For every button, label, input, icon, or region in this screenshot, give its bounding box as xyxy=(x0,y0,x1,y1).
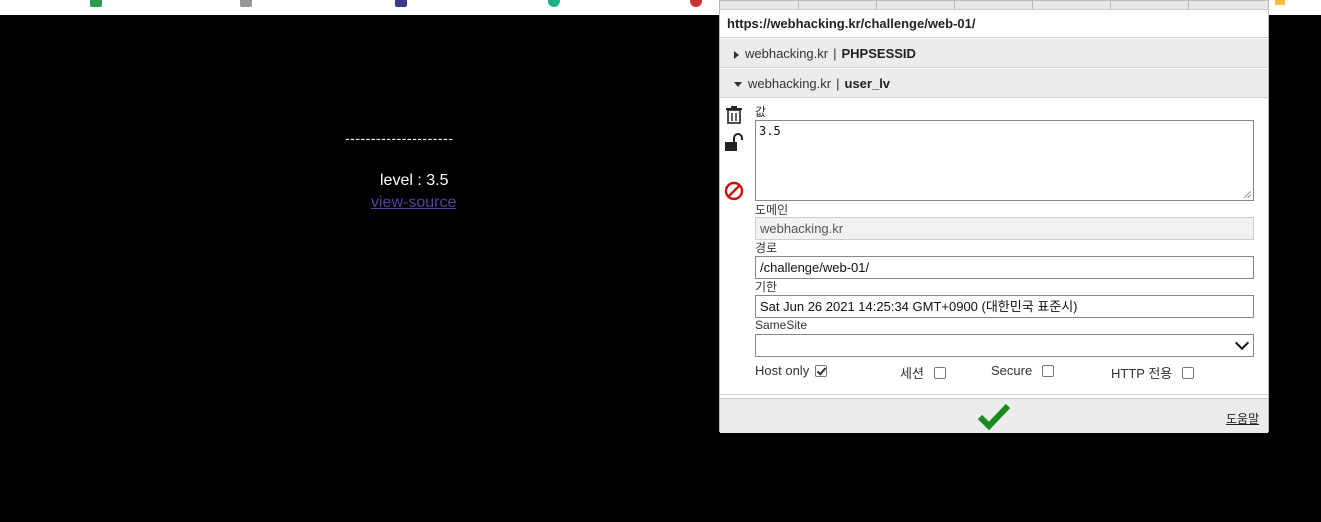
expires-field[interactable]: Sat Jun 26 2021 14:25:34 GMT+0900 (대한민국 … xyxy=(755,295,1254,318)
help-link[interactable]: 도움말 xyxy=(1226,410,1259,427)
extension-icon xyxy=(690,0,702,7)
cookie-editor-popup: https://webhacking.kr/challenge/web-01/ … xyxy=(719,0,1269,433)
cookie-row-phpsessid[interactable]: webhacking.kr | PHPSESSID xyxy=(720,39,1268,68)
save-check-icon[interactable] xyxy=(977,403,1011,431)
bookmark-favicon-icon xyxy=(240,0,252,7)
secure-checkbox[interactable] xyxy=(1042,364,1055,377)
toolbar-separator xyxy=(798,1,799,9)
cookie-separator: | xyxy=(833,46,837,61)
folder-icon xyxy=(1275,0,1285,5)
bookmark-favicon-icon xyxy=(548,0,560,7)
block-icon[interactable] xyxy=(724,181,746,203)
http-only-checkbox[interactable] xyxy=(1182,366,1195,379)
view-source-link[interactable]: view-source xyxy=(371,194,456,212)
bookmark-item[interactable] xyxy=(548,0,560,8)
cookie-domain: webhacking.kr xyxy=(748,76,832,91)
expand-arrow-icon xyxy=(734,50,739,59)
secure-flag[interactable]: Secure xyxy=(991,363,1055,378)
samesite-label: SameSite xyxy=(755,318,808,332)
bookmark-item[interactable] xyxy=(690,0,702,8)
level-text: level : 3.5 xyxy=(380,172,449,189)
collapse-arrow-icon xyxy=(734,82,742,88)
toolbar-separator xyxy=(954,1,955,9)
cookie-domain: webhacking.kr xyxy=(745,46,829,61)
bookmark-item[interactable] xyxy=(395,0,407,8)
delete-icon[interactable] xyxy=(724,105,746,127)
toolbar-separator xyxy=(1110,1,1111,9)
chevron-down-icon xyxy=(1234,335,1250,351)
cookie-separator: | xyxy=(836,76,840,91)
domain-field: webhacking.kr xyxy=(755,217,1254,240)
bookmarks-bar-right xyxy=(1273,0,1321,12)
page-divider-text: --------------------- xyxy=(345,130,454,146)
expires-label: 기한 xyxy=(755,280,778,294)
cookie-editor-footer: 도움말 xyxy=(720,398,1268,433)
toolbar-separator xyxy=(1188,1,1189,9)
samesite-select[interactable] xyxy=(755,334,1254,357)
cookie-editor-toolbar xyxy=(720,1,1268,10)
cookie-name: PHPSESSID xyxy=(841,46,916,61)
value-label: 값 xyxy=(755,105,767,119)
toolbar-separator xyxy=(1032,1,1033,9)
host-only-label: Host only xyxy=(755,363,810,378)
host-only-flag[interactable]: Host only xyxy=(755,363,828,378)
cookie-name: user_lv xyxy=(844,76,891,91)
session-checkbox[interactable] xyxy=(933,366,946,379)
host-only-checkbox[interactable] xyxy=(815,364,828,377)
resize-grip[interactable] xyxy=(1244,191,1251,198)
session-label: 세션 xyxy=(900,366,924,381)
footer-divider xyxy=(720,394,1268,395)
cookie-flags: Host only 세션 Secure HTTP 전용 xyxy=(755,363,1255,381)
bookmark-item[interactable] xyxy=(240,0,252,8)
toolbar-separator xyxy=(876,1,877,9)
http-only-flag[interactable]: HTTP 전용 xyxy=(1111,363,1195,382)
value-text: 3.5 xyxy=(759,124,781,138)
lock-open-icon[interactable] xyxy=(724,133,746,155)
value-textarea[interactable]: 3.5 xyxy=(755,120,1254,201)
session-flag[interactable]: 세션 xyxy=(900,363,946,382)
bookmark-favicon-icon xyxy=(90,0,102,7)
domain-label: 도메인 xyxy=(755,203,789,217)
cookie-row-user-lv[interactable]: webhacking.kr | user_lv xyxy=(720,69,1268,98)
cookie-url: https://webhacking.kr/challenge/web-01/ xyxy=(720,10,1268,38)
bookmark-item[interactable] xyxy=(90,0,102,8)
bookmark-favicon-icon xyxy=(395,0,407,7)
path-label: 경로 xyxy=(755,241,778,255)
http-only-label: HTTP 전용 xyxy=(1111,366,1173,381)
path-field[interactable]: /challenge/web-01/ xyxy=(755,256,1254,279)
secure-label: Secure xyxy=(991,363,1033,378)
